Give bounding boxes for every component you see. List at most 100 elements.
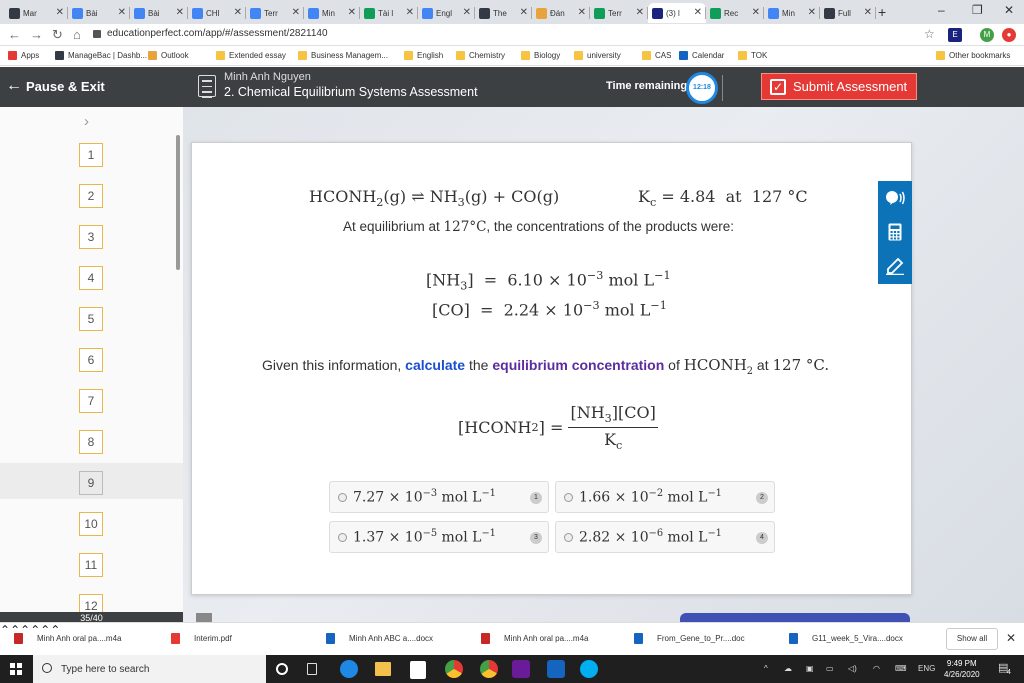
browser-tab[interactable]: Bài ✕: [68, 3, 130, 23]
navigator-scrollbar[interactable]: [176, 135, 180, 270]
language-indicator[interactable]: ENG: [918, 664, 935, 673]
browser-tab[interactable]: CHI ✕: [188, 3, 246, 23]
browser-tab[interactable]: Full ✕: [820, 3, 876, 23]
minimize-button[interactable]: –: [938, 3, 945, 17]
tab-close-icon[interactable]: ✕: [864, 7, 872, 18]
browser-tab[interactable]: (3) l ✕: [648, 3, 706, 23]
other-bookmarks[interactable]: Other bookmarks: [936, 51, 1010, 60]
radio-button[interactable]: [338, 532, 347, 542]
browser-tab[interactable]: Terr ✕: [246, 3, 304, 23]
question-number-button[interactable]: 9: [79, 471, 103, 495]
download-item[interactable]: Minh Anh oral pa....m4a: [481, 633, 589, 644]
download-item[interactable]: Minh Anh oral pa....m4a: [14, 633, 122, 644]
task-view-icon[interactable]: [307, 663, 317, 675]
download-item[interactable]: G11_week_5_Vira....docx: [789, 633, 903, 644]
reload-icon[interactable]: ↻: [52, 27, 63, 43]
tab-close-icon[interactable]: ✕: [292, 7, 300, 18]
record-icon[interactable]: ●: [1002, 28, 1016, 42]
skype-icon[interactable]: [580, 660, 598, 678]
teams-icon[interactable]: [512, 660, 530, 678]
answer-option-3[interactable]: 1.37 × 10−5 mol L−1 3: [329, 521, 549, 553]
tab-close-icon[interactable]: ✕: [406, 7, 414, 18]
question-number-button[interactable]: 2: [79, 184, 103, 208]
tab-close-icon[interactable]: ✕: [463, 7, 471, 18]
question-number-button[interactable]: 11: [79, 553, 103, 577]
bookmark-item[interactable]: TOK: [738, 51, 767, 60]
edge-icon[interactable]: [340, 660, 358, 678]
radio-button[interactable]: [564, 492, 573, 502]
chrome-icon-2[interactable]: [480, 660, 498, 678]
battery-icon[interactable]: ▭: [826, 664, 834, 673]
bookmark-item[interactable]: CAS: [642, 51, 671, 60]
question-number-button[interactable]: 10: [79, 512, 103, 536]
bookmark-item[interactable]: Calendar: [679, 51, 724, 60]
windows-start-icon[interactable]: [10, 663, 22, 675]
back-arrow-icon[interactable]: ←: [8, 27, 21, 42]
system-clock[interactable]: 9:49 PM 4/26/2020: [944, 658, 980, 680]
download-item[interactable]: From_Gene_to_Pr....doc: [634, 633, 745, 644]
browser-tab[interactable]: The ✕: [475, 3, 532, 23]
taskbar-search-box[interactable]: Type here to search: [33, 655, 266, 683]
submit-assessment-button[interactable]: ✓ Submit Assessment: [761, 73, 917, 100]
tab-close-icon[interactable]: ✕: [636, 7, 644, 18]
bookmark-item[interactable]: ManageBac | Dashb...: [55, 51, 147, 60]
question-number-button[interactable]: 4: [79, 266, 103, 290]
bookmark-item[interactable]: university: [574, 51, 621, 60]
question-number-button[interactable]: 6: [79, 348, 103, 372]
tab-close-icon[interactable]: ✕: [520, 7, 528, 18]
close-window-button[interactable]: ✕: [1004, 3, 1014, 17]
tab-close-icon[interactable]: ✕: [176, 7, 184, 18]
forward-arrow-icon[interactable]: →: [30, 27, 43, 42]
bookmark-item[interactable]: English: [404, 51, 443, 60]
radio-button[interactable]: [338, 492, 347, 502]
profile-avatar[interactable]: M: [980, 28, 994, 42]
chevron-up-icon[interactable]: ⌃: [0, 623, 10, 637]
tray-expand-icon[interactable]: ^: [764, 664, 768, 673]
url-field[interactable]: educationperfect.com/app/#/assessment/28…: [107, 28, 328, 39]
extension-icon[interactable]: E: [948, 28, 962, 42]
onedrive-icon[interactable]: ☁: [784, 664, 792, 673]
question-number-button[interactable]: 3: [79, 225, 103, 249]
tab-close-icon[interactable]: ✕: [234, 7, 242, 18]
browser-tab[interactable]: Mar ✕: [5, 3, 68, 23]
bookmark-star-icon[interactable]: ☆: [924, 27, 935, 41]
maximize-button[interactable]: ❐: [972, 3, 983, 17]
calculator-icon[interactable]: [878, 215, 912, 249]
browser-tab[interactable]: Đán ✕: [532, 3, 590, 23]
bookmark-item[interactable]: Outlook: [148, 51, 189, 60]
show-all-button[interactable]: Show all: [946, 628, 998, 650]
tab-close-icon[interactable]: ✕: [348, 7, 356, 18]
bookmark-item[interactable]: Extended essay: [216, 51, 286, 60]
word-icon[interactable]: [547, 660, 565, 678]
collapsed-panel-tab[interactable]: [196, 613, 212, 622]
close-icon[interactable]: ✕: [1006, 631, 1016, 645]
download-item[interactable]: Interim.pdf: [171, 633, 232, 644]
tab-close-icon[interactable]: ✕: [118, 7, 126, 18]
browser-tab[interactable]: Terr ✕: [590, 3, 648, 23]
question-number-button[interactable]: 8: [79, 430, 103, 454]
browser-tab[interactable]: Bài ✕: [130, 3, 188, 23]
answer-option-1[interactable]: 7.27 × 10−3 mol L−1 1: [329, 481, 549, 513]
wifi-icon[interactable]: ◠: [873, 664, 880, 673]
home-icon[interactable]: ⌂: [73, 27, 81, 42]
question-number-button[interactable]: 5: [79, 307, 103, 331]
bookmark-item[interactable]: Biology: [521, 51, 560, 60]
store-icon[interactable]: [410, 661, 426, 679]
question-number-button[interactable]: 1: [79, 143, 103, 167]
browser-tab[interactable]: Tài l ✕: [360, 3, 418, 23]
answer-option-2[interactable]: 1.66 × 10−2 mol L−1 2: [555, 481, 775, 513]
radio-button[interactable]: [564, 532, 573, 542]
pen-icon[interactable]: [878, 249, 912, 283]
volume-icon[interactable]: ◁): [848, 664, 857, 673]
tab-close-icon[interactable]: ✕: [578, 7, 586, 18]
browser-tab[interactable]: Rec ✕: [706, 3, 764, 23]
bookmark-item[interactable]: Apps: [8, 51, 39, 60]
network-status-icon[interactable]: ▣: [806, 664, 814, 673]
file-explorer-icon[interactable]: [375, 662, 391, 676]
new-tab-button[interactable]: +: [878, 4, 886, 20]
bookmark-item[interactable]: Chemistry: [456, 51, 505, 60]
bookmark-item[interactable]: Business Managem...: [298, 51, 388, 60]
cortana-icon[interactable]: [276, 663, 288, 675]
tab-close-icon[interactable]: ✕: [808, 7, 816, 18]
chevron-right-icon[interactable]: ›: [84, 113, 89, 130]
